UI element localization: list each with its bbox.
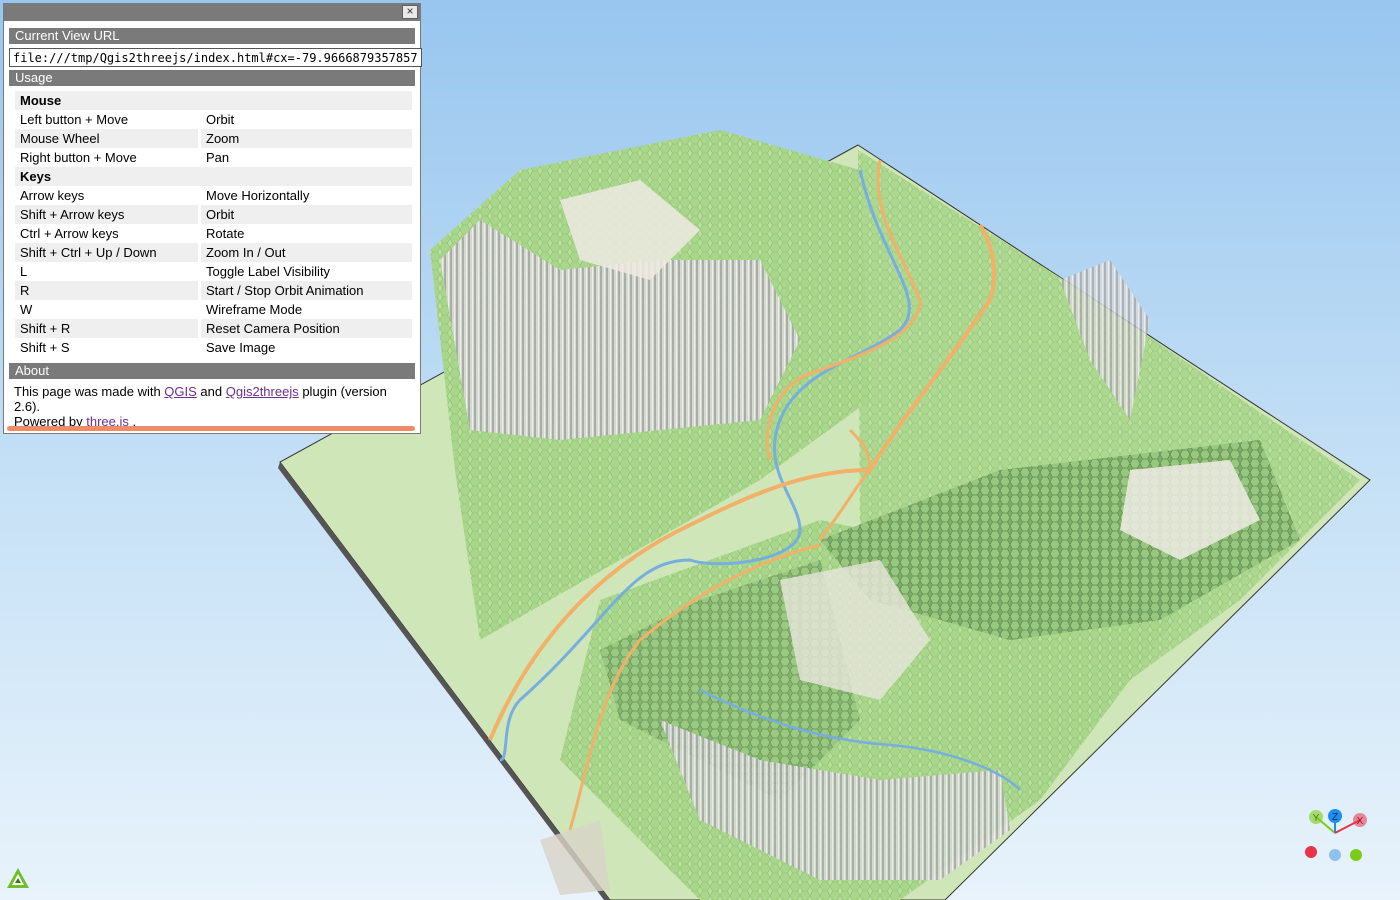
usage-key: Mouse Wheel: [15, 129, 198, 148]
info-popup: × Current View URL Usage Mouse Left butt…: [3, 3, 422, 434]
usage-section-heading: Usage: [9, 70, 415, 86]
usage-action: Rotate: [206, 226, 245, 241]
axis-z-label: Z: [1332, 812, 1338, 823]
usage-table: Mouse Left button + Move Orbit Mouse Whe…: [12, 91, 415, 357]
usage-key: L: [20, 264, 28, 279]
usage-action: Zoom In / Out: [201, 243, 412, 262]
about-text-part: and: [196, 384, 226, 399]
about-text: This page was made with QGIS and Qgis2th…: [4, 379, 420, 429]
url-section-heading: Current View URL: [9, 28, 415, 44]
usage-row: Left button + Move Orbit: [15, 110, 412, 129]
usage-key: Shift + S: [20, 340, 70, 355]
usage-action: Orbit: [201, 205, 412, 224]
usage-action: Pan: [206, 150, 230, 165]
axis-neg-z-handle[interactable]: [1329, 849, 1341, 861]
usage-action: Reset Camera Position: [201, 319, 412, 338]
usage-row: Shift + Arrow keys Orbit: [15, 205, 412, 224]
usage-key: Shift + Arrow keys: [15, 205, 198, 224]
usage-action: Orbit: [206, 112, 235, 127]
usage-key: Shift + R: [15, 319, 198, 338]
terrain-bare-patch-4: [540, 820, 610, 895]
usage-row: Shift + R Reset Camera Position: [15, 319, 412, 338]
usage-row: Arrow keys Move Horizontally: [15, 186, 412, 205]
about-section-heading: About: [9, 363, 415, 379]
usage-action: Move Horizontally: [206, 188, 310, 203]
usage-category-label: Mouse: [15, 91, 412, 110]
axis-neg-y-handle[interactable]: [1350, 849, 1362, 861]
qgis-link[interactable]: QGIS: [164, 384, 197, 399]
usage-row: Ctrl + Arrow keys Rotate: [15, 224, 412, 243]
close-icon[interactable]: ×: [402, 5, 418, 19]
usage-row: W Wireframe Mode: [15, 300, 412, 319]
usage-key: Ctrl + Arrow keys: [20, 226, 119, 241]
usage-key: R: [15, 281, 198, 300]
usage-row: R Start / Stop Orbit Animation: [15, 281, 412, 300]
usage-key: Left button + Move: [20, 112, 129, 127]
usage-row: Mouse Wheel Zoom: [15, 129, 412, 148]
usage-category-label: Keys: [15, 167, 412, 186]
axis-y-label: Y: [1313, 813, 1320, 824]
current-view-url-input[interactable]: [9, 48, 422, 67]
usage-key: Arrow keys: [20, 188, 85, 203]
usage-key: Shift + Ctrl + Up / Down: [15, 243, 198, 262]
usage-key: W: [20, 302, 33, 317]
usage-action: Save Image: [206, 340, 276, 355]
usage-row: L Toggle Label Visibility: [15, 262, 412, 281]
qgis2threejs-link[interactable]: Qgis2threejs: [226, 384, 299, 399]
navigation-axes-widget[interactable]: Y Z X: [1300, 805, 1380, 865]
usage-category-keys: Keys: [15, 167, 412, 186]
usage-action: Wireframe Mode: [206, 302, 303, 317]
usage-action: Zoom: [201, 129, 412, 148]
usage-action: Start / Stop Orbit Animation: [201, 281, 412, 300]
about-text-part: This page was made with: [14, 384, 165, 399]
progress-bar: [7, 426, 415, 431]
usage-key: Right button + Move: [20, 150, 137, 165]
popup-titlebar[interactable]: ×: [4, 4, 420, 21]
axis-x-label: X: [1357, 816, 1364, 827]
usage-row: Right button + Move Pan: [15, 148, 412, 167]
usage-row: Shift + Ctrl + Up / Down Zoom In / Out: [15, 243, 412, 262]
qgis-logo-icon: [7, 868, 29, 888]
usage-category-mouse: Mouse: [15, 91, 412, 110]
usage-action: Toggle Label Visibility: [206, 264, 331, 279]
usage-row: Shift + S Save Image: [15, 338, 412, 357]
axis-neg-x-handle[interactable]: [1305, 846, 1317, 858]
